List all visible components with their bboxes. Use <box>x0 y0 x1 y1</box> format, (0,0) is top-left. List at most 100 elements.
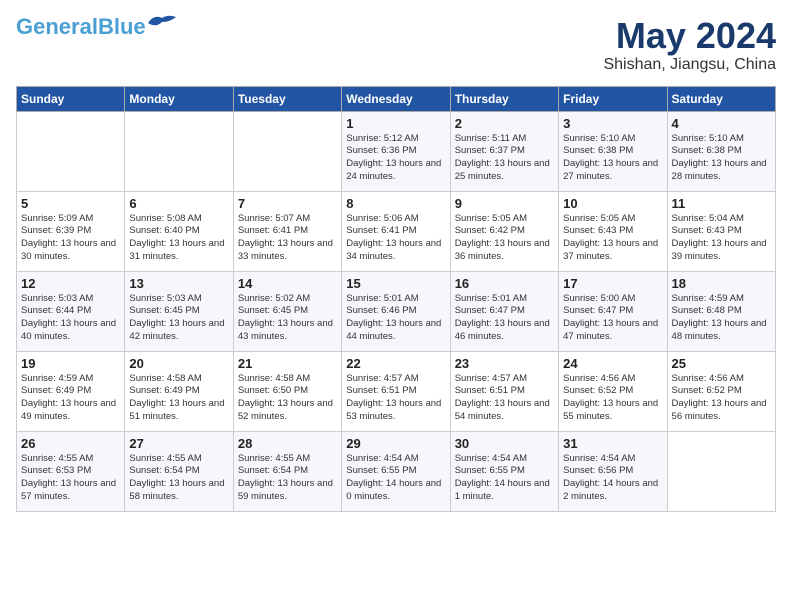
calendar-cell: 7 Sunrise: 5:07 AMSunset: 6:41 PMDaylight… <box>233 191 341 271</box>
day-number: 31 <box>563 436 662 451</box>
day-number: 23 <box>455 356 554 371</box>
cell-info: Sunrise: 5:03 AMSunset: 6:45 PMDaylight:… <box>129 293 228 344</box>
cell-info: Sunrise: 5:04 AMSunset: 6:43 PMDaylight:… <box>672 213 771 264</box>
cell-info: Sunrise: 5:07 AMSunset: 6:41 PMDaylight:… <box>238 213 337 264</box>
day-number: 14 <box>238 276 337 291</box>
day-number: 3 <box>563 116 662 131</box>
calendar-cell: 16 Sunrise: 5:01 AMSunset: 6:47 PMDayligh… <box>450 271 558 351</box>
calendar-cell: 14 Sunrise: 5:02 AMSunset: 6:45 PMDayligh… <box>233 271 341 351</box>
calendar-cell: 27 Sunrise: 4:55 AMSunset: 6:54 PMDayligh… <box>125 431 233 511</box>
day-number: 17 <box>563 276 662 291</box>
cell-info: Sunrise: 5:10 AMSunset: 6:38 PMDaylight:… <box>672 133 771 184</box>
cell-info: Sunrise: 4:55 AMSunset: 6:53 PMDaylight:… <box>21 453 120 504</box>
weekday-header-monday: Monday <box>125 86 233 111</box>
calendar-cell: 3 Sunrise: 5:10 AMSunset: 6:38 PMDaylight… <box>559 111 667 191</box>
day-number: 7 <box>238 196 337 211</box>
weekday-header-wednesday: Wednesday <box>342 86 450 111</box>
cell-info: Sunrise: 5:12 AMSunset: 6:36 PMDaylight:… <box>346 133 445 184</box>
cell-info: Sunrise: 4:57 AMSunset: 6:51 PMDaylight:… <box>346 373 445 424</box>
day-number: 1 <box>346 116 445 131</box>
day-number: 22 <box>346 356 445 371</box>
calendar-cell: 30 Sunrise: 4:54 AMSunset: 6:55 PMDayligh… <box>450 431 558 511</box>
calendar-cell: 13 Sunrise: 5:03 AMSunset: 6:45 PMDayligh… <box>125 271 233 351</box>
calendar-cell: 10 Sunrise: 5:05 AMSunset: 6:43 PMDayligh… <box>559 191 667 271</box>
cell-info: Sunrise: 4:56 AMSunset: 6:52 PMDaylight:… <box>672 373 771 424</box>
day-number: 27 <box>129 436 228 451</box>
calendar-cell: 19 Sunrise: 4:59 AMSunset: 6:49 PMDayligh… <box>17 351 125 431</box>
cell-info: Sunrise: 5:01 AMSunset: 6:46 PMDaylight:… <box>346 293 445 344</box>
logo-bird-icon <box>148 14 176 32</box>
cell-info: Sunrise: 4:57 AMSunset: 6:51 PMDaylight:… <box>455 373 554 424</box>
day-number: 21 <box>238 356 337 371</box>
calendar-cell: 4Sunrise: 5:10 AMSunset: 6:38 PMDaylight… <box>667 111 775 191</box>
calendar-cell: 8 Sunrise: 5:06 AMSunset: 6:41 PMDaylight… <box>342 191 450 271</box>
calendar-cell: 29 Sunrise: 4:54 AMSunset: 6:55 PMDayligh… <box>342 431 450 511</box>
cell-info: Sunrise: 4:58 AMSunset: 6:50 PMDaylight:… <box>238 373 337 424</box>
day-number: 18 <box>672 276 771 291</box>
cell-info: Sunrise: 5:06 AMSunset: 6:41 PMDaylight:… <box>346 213 445 264</box>
cell-info: Sunrise: 4:56 AMSunset: 6:52 PMDaylight:… <box>563 373 662 424</box>
cell-info: Sunrise: 4:55 AMSunset: 6:54 PMDaylight:… <box>238 453 337 504</box>
day-number: 13 <box>129 276 228 291</box>
weekday-header-saturday: Saturday <box>667 86 775 111</box>
page-header: GeneralBlue May 2024 Shishan, Jiangsu, C… <box>16 16 776 74</box>
day-number: 10 <box>563 196 662 211</box>
calendar-table: SundayMondayTuesdayWednesdayThursdayFrid… <box>16 86 776 512</box>
calendar-cell: 9 Sunrise: 5:05 AMSunset: 6:42 PMDaylight… <box>450 191 558 271</box>
cell-info: Sunrise: 5:01 AMSunset: 6:47 PMDaylight:… <box>455 293 554 344</box>
day-number: 15 <box>346 276 445 291</box>
logo: GeneralBlue <box>16 16 176 38</box>
calendar-cell: 17 Sunrise: 5:00 AMSunset: 6:47 PMDayligh… <box>559 271 667 351</box>
day-number: 26 <box>21 436 120 451</box>
calendar-cell: 28 Sunrise: 4:55 AMSunset: 6:54 PMDayligh… <box>233 431 341 511</box>
day-number: 12 <box>21 276 120 291</box>
day-number: 30 <box>455 436 554 451</box>
calendar-cell: 31 Sunrise: 4:54 AMSunset: 6:56 PMDayligh… <box>559 431 667 511</box>
cell-info: Sunrise: 4:58 AMSunset: 6:49 PMDaylight:… <box>129 373 228 424</box>
day-number: 16 <box>455 276 554 291</box>
day-number: 29 <box>346 436 445 451</box>
cell-info: Sunrise: 5:10 AMSunset: 6:38 PMDaylight:… <box>563 133 662 184</box>
cell-info: Sunrise: 5:05 AMSunset: 6:42 PMDaylight:… <box>455 213 554 264</box>
cell-info: Sunrise: 4:54 AMSunset: 6:55 PMDaylight:… <box>455 453 554 504</box>
calendar-cell: 1 Sunrise: 5:12 AMSunset: 6:36 PMDaylight… <box>342 111 450 191</box>
cell-info: Sunrise: 4:55 AMSunset: 6:54 PMDaylight:… <box>129 453 228 504</box>
calendar-cell: 5 Sunrise: 5:09 AMSunset: 6:39 PMDaylight… <box>17 191 125 271</box>
calendar-cell <box>233 111 341 191</box>
calendar-cell <box>667 431 775 511</box>
day-number: 5 <box>21 196 120 211</box>
cell-info: Sunrise: 4:54 AMSunset: 6:55 PMDaylight:… <box>346 453 445 504</box>
weekday-header-tuesday: Tuesday <box>233 86 341 111</box>
cell-info: Sunrise: 4:54 AMSunset: 6:56 PMDaylight:… <box>563 453 662 504</box>
weekday-header-thursday: Thursday <box>450 86 558 111</box>
day-number: 19 <box>21 356 120 371</box>
cell-info: Sunrise: 5:03 AMSunset: 6:44 PMDaylight:… <box>21 293 120 344</box>
weekday-header-friday: Friday <box>559 86 667 111</box>
cell-info: Sunrise: 5:09 AMSunset: 6:39 PMDaylight:… <box>21 213 120 264</box>
cell-info: Sunrise: 4:59 AMSunset: 6:49 PMDaylight:… <box>21 373 120 424</box>
day-number: 9 <box>455 196 554 211</box>
day-number: 2 <box>455 116 554 131</box>
cell-info: Sunrise: 5:11 AMSunset: 6:37 PMDaylight:… <box>455 133 554 184</box>
calendar-cell: 6Sunrise: 5:08 AMSunset: 6:40 PMDaylight… <box>125 191 233 271</box>
calendar-cell: 23 Sunrise: 4:57 AMSunset: 6:51 PMDayligh… <box>450 351 558 431</box>
calendar-cell: 18 Sunrise: 4:59 AMSunset: 6:48 PMDayligh… <box>667 271 775 351</box>
calendar-cell: 26 Sunrise: 4:55 AMSunset: 6:53 PMDayligh… <box>17 431 125 511</box>
calendar-cell <box>17 111 125 191</box>
cell-info: Sunrise: 5:02 AMSunset: 6:45 PMDaylight:… <box>238 293 337 344</box>
cell-info: Sunrise: 5:05 AMSunset: 6:43 PMDaylight:… <box>563 213 662 264</box>
calendar-cell: 2 Sunrise: 5:11 AMSunset: 6:37 PMDaylight… <box>450 111 558 191</box>
day-number: 28 <box>238 436 337 451</box>
day-number: 8 <box>346 196 445 211</box>
calendar-cell: 24 Sunrise: 4:56 AMSunset: 6:52 PMDayligh… <box>559 351 667 431</box>
cell-info: Sunrise: 5:00 AMSunset: 6:47 PMDaylight:… <box>563 293 662 344</box>
cell-info: Sunrise: 4:59 AMSunset: 6:48 PMDaylight:… <box>672 293 771 344</box>
day-number: 11 <box>672 196 771 211</box>
day-number: 24 <box>563 356 662 371</box>
calendar-cell: 22 Sunrise: 4:57 AMSunset: 6:51 PMDayligh… <box>342 351 450 431</box>
day-number: 25 <box>672 356 771 371</box>
day-number: 6 <box>129 196 228 211</box>
calendar-cell: 25 Sunrise: 4:56 AMSunset: 6:52 PMDayligh… <box>667 351 775 431</box>
calendar-cell: 20Sunrise: 4:58 AMSunset: 6:49 PMDayligh… <box>125 351 233 431</box>
calendar-cell: 11 Sunrise: 5:04 AMSunset: 6:43 PMDayligh… <box>667 191 775 271</box>
